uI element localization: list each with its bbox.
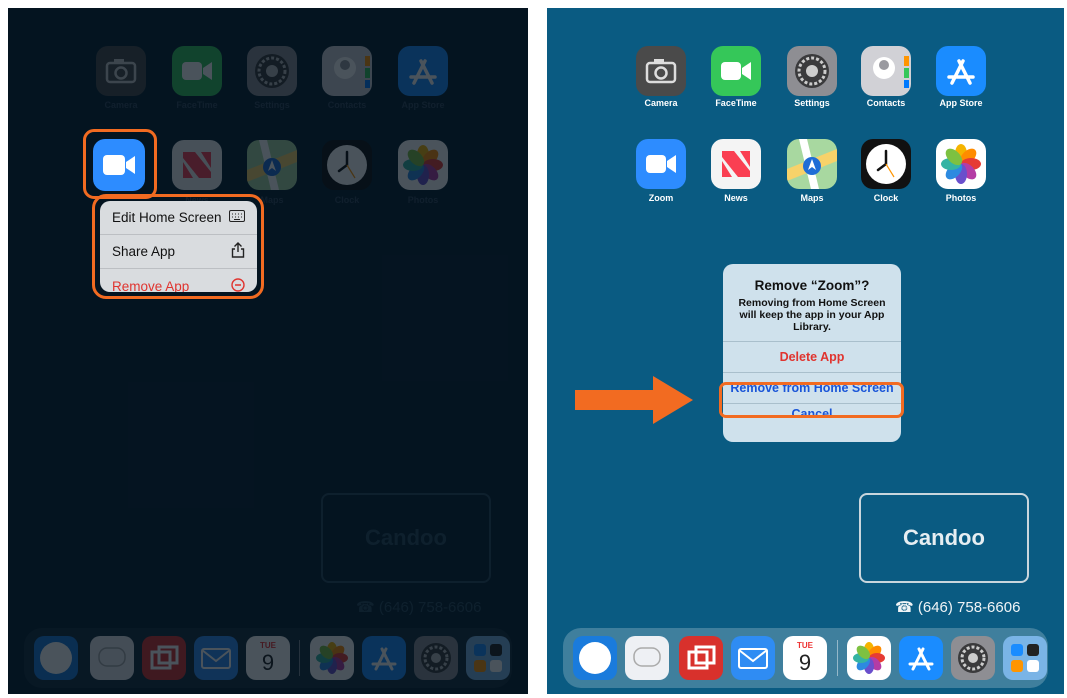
remove-app-label: Remove App: [112, 278, 190, 293]
calendar-icon[interactable]: TUE 9: [246, 636, 290, 680]
settings-icon[interactable]: [247, 46, 297, 96]
app-store-label: App Store: [939, 98, 983, 108]
photos-label: Photos: [945, 193, 977, 203]
app-store-icon[interactable]: [936, 46, 986, 96]
right-panel: Camera FaceTime Settings Contacts App St…: [547, 8, 1064, 694]
context-menu: Edit Home Screen Share App Remove App: [100, 201, 257, 292]
clock-icon[interactable]: [861, 139, 911, 189]
edit-home-screen-label: Edit Home Screen: [112, 210, 222, 225]
app-library-icon[interactable]: [466, 636, 510, 680]
delete-app-button[interactable]: Delete App: [723, 341, 901, 372]
remove-from-home-screen-button[interactable]: Remove from Home Screen: [723, 372, 901, 403]
facetime-icon[interactable]: [172, 46, 222, 96]
dock: TUE 9: [24, 628, 512, 688]
maps-icon[interactable]: [787, 139, 837, 189]
calendar-icon[interactable]: TUE 9: [783, 636, 827, 680]
photos-icon[interactable]: [398, 140, 448, 190]
messages-icon[interactable]: [90, 636, 134, 680]
safari-icon[interactable]: [573, 636, 617, 680]
clock-label: Clock: [873, 193, 899, 203]
contacts-label: Contacts: [327, 100, 367, 110]
facetime-label: FaceTime: [176, 100, 218, 110]
maps-icon[interactable]: [247, 140, 297, 190]
zoom-icon[interactable]: [93, 139, 145, 191]
multitask-icon[interactable]: [142, 636, 186, 680]
safari-icon[interactable]: [34, 636, 78, 680]
app-store-dock-icon[interactable]: [899, 636, 943, 680]
pointer-arrow-icon: [575, 376, 693, 424]
settings-dock-icon[interactable]: [951, 636, 995, 680]
camera-icon[interactable]: [636, 46, 686, 96]
mail-icon[interactable]: [194, 636, 238, 680]
candoo-bubble: Candoo: [321, 493, 491, 583]
candoo-phone: ☎ (646) 758-6606: [895, 599, 1021, 616]
settings-label: Settings: [794, 98, 830, 108]
left-panel: Camera FaceTime Settings Contacts App St…: [8, 8, 528, 694]
keyboard-icon: [229, 210, 245, 225]
minus-circle-icon: [231, 277, 245, 293]
zoom-label: Zoom: [648, 193, 674, 203]
multitask-icon[interactable]: [679, 636, 723, 680]
news-icon[interactable]: [711, 139, 761, 189]
clock-label: Clock: [334, 195, 360, 205]
share-icon: [231, 242, 245, 261]
facetime-icon[interactable]: [711, 46, 761, 96]
cancel-button[interactable]: Cancel: [723, 403, 901, 427]
app-library-icon[interactable]: [1003, 636, 1047, 680]
dim-overlay: [8, 8, 528, 694]
contacts-icon[interactable]: [861, 46, 911, 96]
photos-icon[interactable]: [936, 139, 986, 189]
remove-app-item[interactable]: Remove App: [100, 269, 257, 292]
candoo-brand: Candoo: [903, 525, 985, 550]
clock-icon[interactable]: [322, 140, 372, 190]
photos-dock-icon[interactable]: [310, 636, 354, 680]
photos-label: Photos: [407, 195, 439, 205]
alert-message: Removing from Home Screen will keep the …: [738, 297, 886, 333]
dock-separator: [837, 640, 838, 676]
maps-label: Maps: [800, 193, 824, 203]
candoo-bubble: Candoo: [859, 493, 1029, 583]
remove-app-alert: Remove “Zoom”? Removing from Home Screen…: [723, 264, 901, 442]
zoom-icon[interactable]: [636, 139, 686, 189]
dock: TUE 9: [563, 628, 1048, 688]
contacts-label: Contacts: [866, 98, 906, 108]
mail-icon[interactable]: [731, 636, 775, 680]
news-icon[interactable]: [172, 140, 222, 190]
app-store-dock-icon[interactable]: [362, 636, 406, 680]
settings-dock-icon[interactable]: [414, 636, 458, 680]
dock-separator: [299, 640, 300, 676]
camera-label: Camera: [644, 98, 678, 108]
messages-icon[interactable]: [625, 636, 669, 680]
facetime-label: FaceTime: [715, 98, 757, 108]
app-store-label: App Store: [401, 100, 445, 110]
calendar-day: 9: [261, 650, 275, 675]
photos-dock-icon[interactable]: [847, 636, 891, 680]
settings-icon[interactable]: [787, 46, 837, 96]
camera-label: Camera: [104, 100, 138, 110]
news-label: News: [724, 193, 748, 203]
alert-title: Remove “Zoom”?: [754, 278, 870, 293]
app-store-icon[interactable]: [398, 46, 448, 96]
candoo-brand: Candoo: [365, 525, 447, 550]
share-app-item[interactable]: Share App: [100, 235, 257, 269]
contacts-icon[interactable]: [322, 46, 372, 96]
calendar-day: 9: [798, 650, 812, 675]
share-app-label: Share App: [112, 244, 176, 259]
camera-icon[interactable]: [96, 46, 146, 96]
edit-home-screen-item[interactable]: Edit Home Screen: [100, 201, 257, 235]
candoo-phone: ☎ (646) 758-6606: [356, 599, 482, 616]
settings-label: Settings: [254, 100, 290, 110]
